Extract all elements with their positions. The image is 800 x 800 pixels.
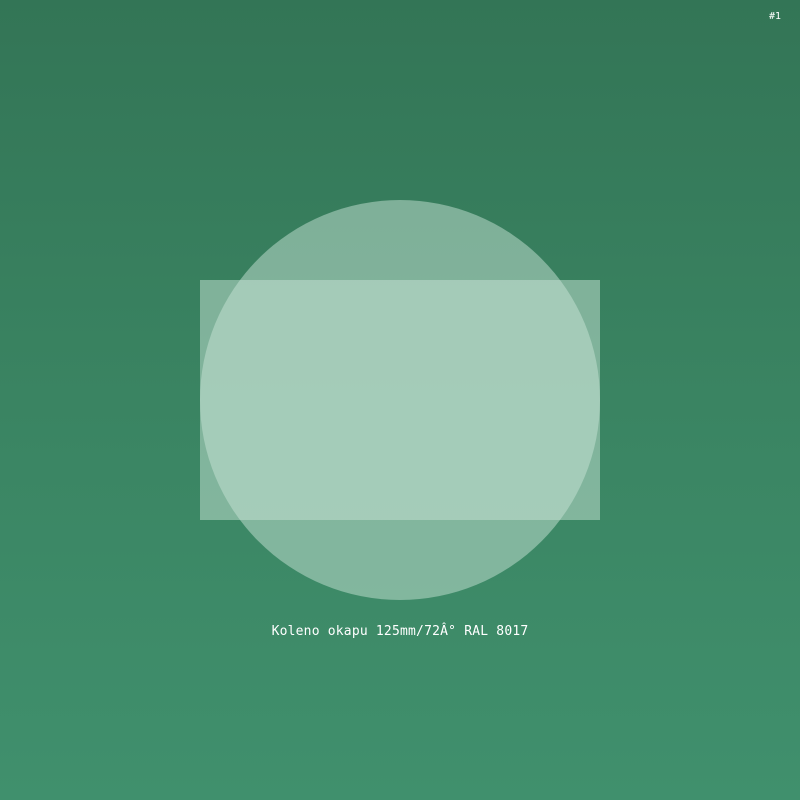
placeholder-graphic xyxy=(200,200,600,600)
product-caption: Koleno okapu 125mm/72Â° RAL 8017 xyxy=(271,624,529,639)
canvas: #1 Koleno okapu 125mm/72Â° RAL 8017 xyxy=(0,0,800,800)
placeholder-rectangle xyxy=(200,280,600,520)
